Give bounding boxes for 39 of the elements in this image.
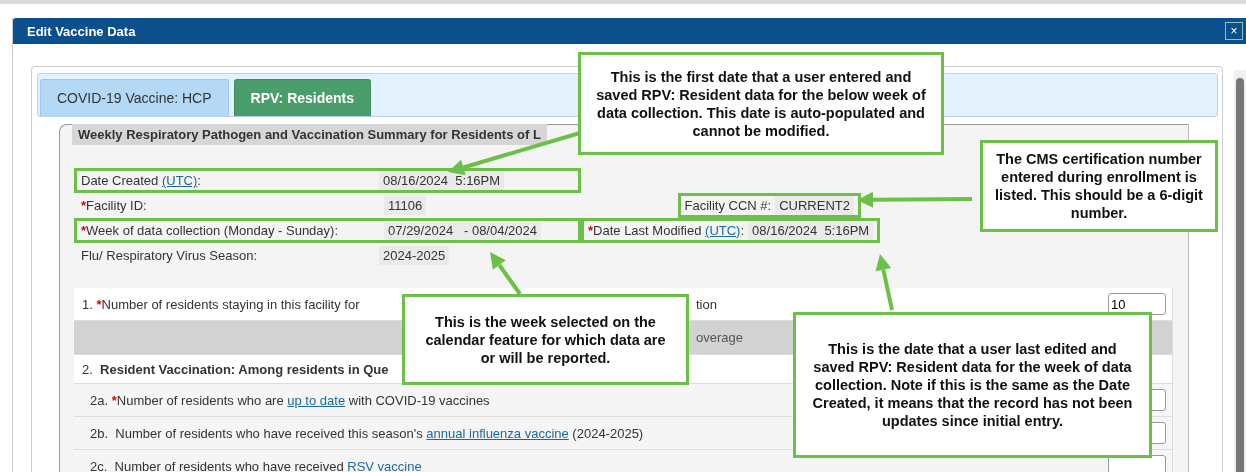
question-text: 2b. Number of residents who have received this season's annual influenza vaccine (2024-2025) [90,425,644,441]
question-text: 2a. *Number of residents who are up to date with COVID-19 vaccines [90,392,490,408]
field-value: CURRENT2 [775,196,854,215]
field-label: Facility ID: [86,198,148,213]
question-text: 2c. Number of residents who have received RSV vaccine [90,458,422,472]
field-label: Week of data collection (Monday - Sunday): [86,223,339,238]
required-mark: * [588,223,594,238]
callout-tooltip: The CMS certification number entered during enrollment is listed. This should be a 6-digit number. [980,140,1218,232]
tab[interactable]: COVID-19 Vaccine: HCP [40,79,229,116]
callout-tooltip: This is the first date that a user entered and saved RPV: Resident data for the below week of data collection. This date is auto-populated and cannot be modified. [578,52,944,155]
callout-tooltip: This is the week selected on the calendar feature for which data are or will be reported. [402,294,689,385]
question-link[interactable]: up to date [287,392,346,408]
required-mark: * [81,223,87,238]
question-heading: 2. Resident Vaccination: Among residents in Que [82,361,389,377]
field-value: 08/16/2024 5:16PM [748,221,874,240]
close-button[interactable]: × [1225,22,1243,40]
arrow [875,254,894,311]
field-label: Flu/ Respiratory Virus Season: [81,248,259,263]
band-heading: overage [696,330,743,345]
required-mark: * [96,296,102,312]
callout-tooltip: This is the date that a user last edited and saved RPV: Resident data for the week of data collection. Note if this is the same as the Date Created, it means that the record has not been updates since initial entry. [793,312,1152,458]
question-link[interactable]: RSV vaccine [347,458,422,472]
field-value: 08/16/2024 5:16PM [379,171,505,190]
arrow [490,252,522,296]
required-mark: * [81,198,87,213]
field-label: Date Last Modified (UTC): [593,223,745,238]
required-mark: * [111,392,117,408]
field-label: Date Created (UTC): [81,173,202,188]
field-value: 07/29/2024 - 08/04/2024 [384,221,541,240]
window-title: Edit Vaccine Data [27,23,136,39]
field-label: Facility CCN #: [684,198,772,213]
question-link[interactable]: annual influenza vaccine [426,425,569,441]
question-text: tion [696,296,717,312]
scrollbar[interactable] [1234,70,1246,472]
section-title: Weekly Respiratory Pathogen and Vaccination Summary for Residents of L [72,124,547,145]
field-value: 11106 [384,196,427,215]
tab[interactable]: RPV: Residents [233,79,372,116]
field-value: 2024-2025 [379,246,450,265]
answer-field[interactable]: 10 [1108,293,1166,315]
